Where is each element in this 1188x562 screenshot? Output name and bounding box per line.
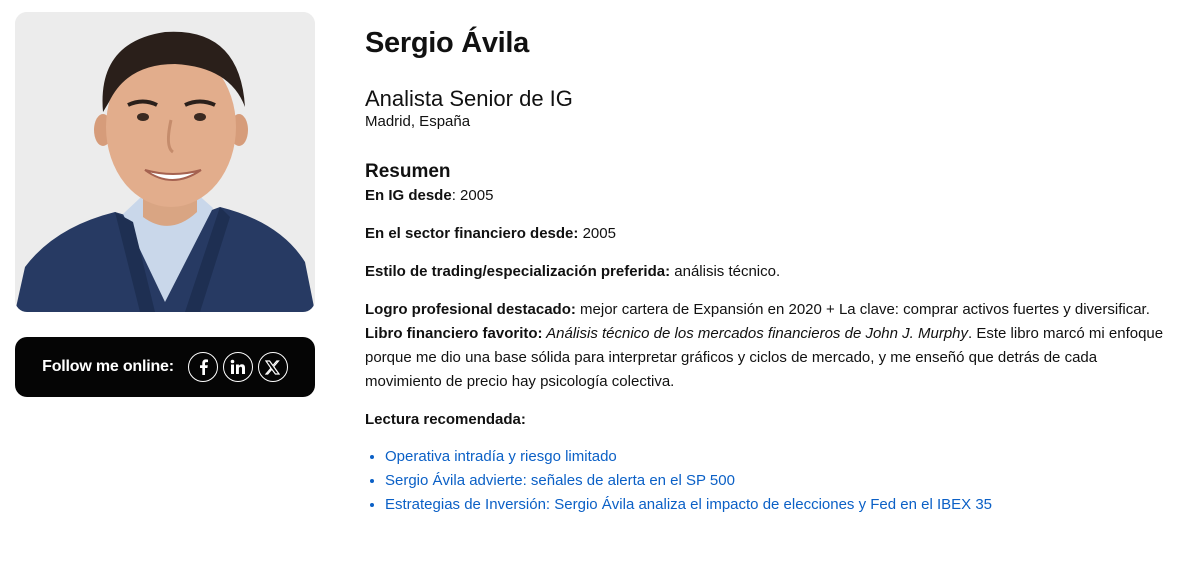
trading-style-label: Estilo de trading/especialización prefer… [365, 263, 671, 280]
linkedin-icon[interactable] [222, 352, 253, 382]
reading-item: Operativa intradía y riesgo limitado [385, 445, 1165, 469]
ig-since-value: : 2005 [451, 187, 494, 204]
ig-since-label: En IG desde [365, 187, 452, 204]
profile-photo [15, 12, 315, 312]
favorite-book: Libro financiero favorito: Análisis técn… [365, 322, 1165, 394]
reading-list: Operativa intradía y riesgo limitado Ser… [365, 445, 1165, 517]
achievement: Logro profesional destacado: mejor carte… [365, 298, 1165, 322]
ig-since: En IG desde: 2005 [365, 184, 1165, 208]
sector-since-label: En el sector financiero desde: [365, 225, 579, 242]
facebook-icon[interactable] [187, 352, 218, 382]
reading-link-2[interactable]: Sergio Ávila advierte: señales de alerta… [385, 472, 735, 489]
trading-style: Estilo de trading/especialización prefer… [365, 260, 1165, 284]
reading-label: Lectura recomendada: [365, 408, 1165, 432]
achievement-value: mejor cartera de Expansión en 2020 + La … [575, 301, 1150, 318]
social-bar: Follow me online: [15, 337, 315, 397]
social-icons [187, 352, 288, 382]
profile-location: Madrid, España [365, 113, 471, 130]
x-icon[interactable] [257, 352, 288, 382]
profile-role: Analista Senior de IG [365, 86, 573, 111]
reading-link-3[interactable]: Estrategias de Inversión: Sergio Ávila a… [385, 496, 992, 513]
favorite-book-title: Análisis técnico de los mercados financi… [542, 325, 969, 342]
favorite-book-label: Libro financiero favorito: [365, 325, 543, 342]
achievement-label: Logro profesional destacado: [365, 301, 576, 318]
social-label: Follow me online: [42, 358, 174, 375]
trading-style-value: análisis técnico. [670, 263, 781, 280]
reading-item: Sergio Ávila advierte: señales de alerta… [385, 469, 1165, 493]
reading-item: Estrategias de Inversión: Sergio Ávila a… [385, 493, 1165, 517]
sector-since-value: 2005 [578, 225, 616, 242]
reading-link-1[interactable]: Operativa intradía y riesgo limitado [385, 448, 617, 465]
summary-title: Resumen [365, 161, 451, 182]
reading-label-text: Lectura recomendada: [365, 411, 526, 428]
profile-content: Sergio Ávila Analista Senior de IG Madri… [365, 24, 1165, 517]
profile-name: Sergio Ávila [365, 27, 530, 59]
sector-since: En el sector financiero desde: 2005 [365, 222, 1165, 246]
